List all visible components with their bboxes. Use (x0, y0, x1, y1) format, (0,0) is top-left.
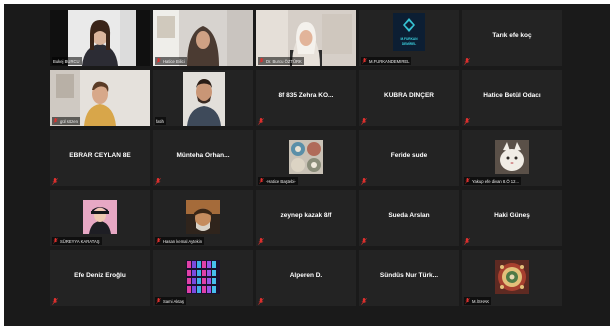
participant-tile[interactable]: M.FURKAN DEMİREL M.FURKANDEMIREL (359, 10, 459, 66)
participant-tile[interactable]: Hatice Betül Odacı (462, 70, 562, 126)
participant-profile-picture (186, 200, 220, 234)
participant-tile[interactable]: gül sözen (50, 70, 150, 126)
participant-name: zeynep kazak 8/f (280, 212, 332, 219)
participant-name: Efe Deniz Eroğlu (74, 272, 126, 279)
participant-name: Sueda Arslan (388, 212, 430, 219)
muted-mic-icon (361, 178, 367, 185)
participant-name-label: fatih (155, 117, 166, 125)
participant-tile[interactable]: Yakup efe divan 8.Ö 12... (462, 130, 562, 186)
muted-mic-icon (258, 298, 264, 305)
participant-tile[interactable]: KÜBRA DİNÇER (359, 70, 459, 126)
participant-tile-active-speaker[interactable]: Dr. Burcu ÖZTÜRK (256, 10, 356, 66)
participant-profile-picture (186, 260, 220, 294)
muted-mic-icon (465, 178, 470, 184)
muted-mic-icon (156, 298, 161, 304)
participant-tile[interactable]: 8f 835 Zehra KO... (256, 70, 356, 126)
participant-tile[interactable]: Hatice Bilici (153, 10, 253, 66)
muted-mic-icon (52, 178, 58, 185)
muted-mic-icon (156, 58, 161, 64)
participant-profile-picture (495, 260, 529, 294)
participant-name: Sündüs Nur Türk... (379, 272, 439, 279)
participant-tile[interactable]: Bukej BURCU (50, 10, 150, 66)
muted-mic-icon (53, 238, 58, 244)
participant-tile[interactable]: Tarık efe koç (462, 10, 562, 66)
participant-name: KÜBRA DİNÇER (384, 92, 434, 99)
participant-tile[interactable]: Münteha Orhan... (153, 130, 253, 186)
participant-tile[interactable]: Sündüs Nur Türk... (359, 250, 459, 306)
muted-mic-icon (156, 238, 161, 244)
participant-tile[interactable]: Haki Güneş (462, 190, 562, 246)
muted-mic-icon (258, 118, 264, 125)
participant-name: EBRAR CEYLAN 8E (69, 152, 131, 159)
muted-mic-icon (52, 298, 58, 305)
avatar-logo-line2: DEMİREL (402, 42, 416, 46)
participant-tile[interactable]: Efe Deniz Eroğlu (50, 250, 150, 306)
participant-name-label: Dr. Burcu ÖZTÜRK (258, 57, 304, 65)
participant-name-label: SÜREYYA KARATAŞ (52, 237, 102, 245)
participant-tile[interactable]: fatih (153, 70, 253, 126)
participant-name-label: Yakup efe divan 8.Ö 12... (464, 177, 521, 185)
participant-tile[interactable]: Feride sude (359, 130, 459, 186)
muted-mic-icon (259, 178, 264, 184)
participant-name-label: Hatice Bilici (155, 57, 187, 65)
participant-name-label: M.İSHAK (464, 297, 492, 305)
muted-mic-icon (53, 118, 58, 124)
muted-mic-icon (362, 58, 367, 64)
participant-name: Haki Güneş (494, 212, 530, 219)
participant-tile[interactable]: -Hatice Baştebi- (256, 130, 356, 186)
muted-mic-icon (465, 298, 470, 304)
participant-tile[interactable]: SÜREYYA KARATAŞ (50, 190, 150, 246)
participant-tile[interactable]: Sueda Arslan (359, 190, 459, 246)
muted-mic-icon (464, 58, 470, 65)
participant-tile[interactable]: zeynep kazak 8/f (256, 190, 356, 246)
gallery-view-grid: Bukej BURCU Hatice Bilici Dr. Burcu ÖZTÜ… (50, 10, 562, 312)
participant-name-label: -Hatice Baştebi- (258, 177, 298, 185)
muted-mic-icon (155, 178, 161, 185)
participant-name-label: Bukej BURCU (52, 57, 82, 65)
zoom-meeting-window: Bukej BURCU Hatice Bilici Dr. Burcu ÖZTÜ… (4, 4, 610, 326)
avatar-logo-line1: M.FURKAN (401, 37, 419, 41)
participant-name: Feride sude (390, 152, 428, 159)
muted-mic-icon (361, 298, 367, 305)
participant-tile[interactable]: Hasan kemal Aytekin (153, 190, 253, 246)
participant-name-label: gül sözen (52, 117, 80, 125)
muted-mic-icon (258, 238, 264, 245)
participant-name-label: M.FURKANDEMIREL (361, 57, 412, 65)
participant-tile[interactable]: Alperen D. (256, 250, 356, 306)
participant-name-label: Sami Aktaş (155, 297, 186, 305)
participant-tile[interactable]: M.İSHAK (462, 250, 562, 306)
participant-name: Münteha Orhan... (176, 152, 230, 159)
participant-tile[interactable]: Sami Aktaş (153, 250, 253, 306)
participant-tile[interactable]: EBRAR CEYLAN 8E (50, 130, 150, 186)
muted-mic-icon (259, 58, 264, 64)
participant-profile-picture (495, 140, 529, 174)
participant-name: Tarık efe koç (492, 32, 532, 39)
participant-video (153, 70, 253, 126)
muted-mic-icon (361, 118, 367, 125)
participant-profile-picture (83, 200, 117, 234)
participant-profile-picture (289, 140, 323, 174)
participant-name: Alperen D. (289, 272, 323, 279)
muted-mic-icon (361, 238, 367, 245)
participant-name-label: Hasan kemal Aytekin (155, 237, 205, 245)
participant-name: 8f 835 Zehra KO... (278, 92, 334, 99)
muted-mic-icon (464, 118, 470, 125)
muted-mic-icon (464, 238, 470, 245)
participant-name: Hatice Betül Odacı (483, 92, 541, 99)
